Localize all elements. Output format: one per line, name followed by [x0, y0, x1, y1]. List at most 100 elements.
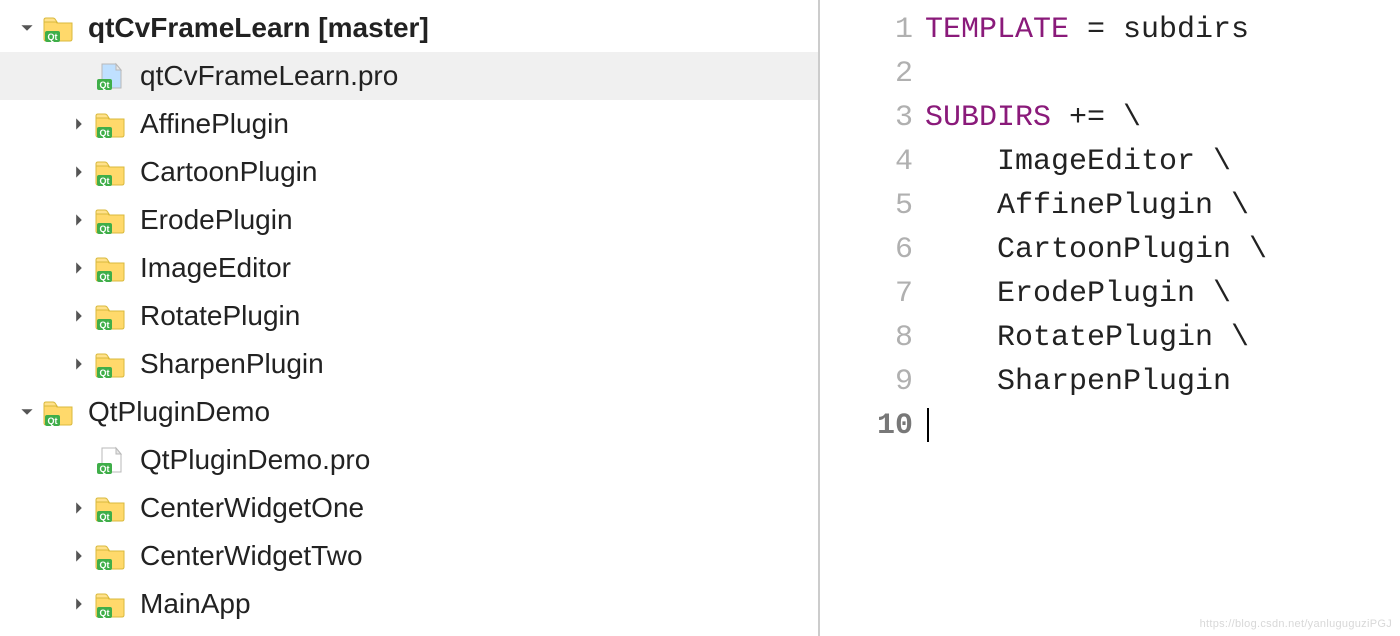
tree-row[interactable]: Qt CartoonPlugin [0, 148, 818, 196]
svg-text:Qt: Qt [48, 416, 58, 426]
tree-row[interactable]: Qt qtCvFrameLearn [master] [0, 4, 818, 52]
svg-text:Qt: Qt [100, 368, 110, 378]
tree-row[interactable]: Qt RotatePlugin [0, 292, 818, 340]
chevron-right-icon[interactable] [70, 163, 88, 181]
line-number: 2 [820, 52, 925, 96]
svg-text:Qt: Qt [100, 224, 110, 234]
line-number: 7 [820, 272, 925, 316]
code-line[interactable]: AffinePlugin \ [925, 184, 1400, 228]
chevron-down-icon[interactable] [18, 403, 36, 421]
folder-qt-icon: Qt [42, 398, 74, 426]
code-line[interactable] [925, 404, 1400, 448]
text-token: SharpenPlugin [925, 365, 1231, 399]
watermark-text: https://blog.csdn.net/yanluguguziPGJ [1200, 618, 1392, 630]
tree-item-label: CenterWidgetOne [140, 492, 364, 524]
keyword-token: SUBDIRS [925, 101, 1051, 135]
tree-row[interactable]: Qt AffinePlugin [0, 100, 818, 148]
folder-qt-icon: Qt [94, 110, 126, 138]
line-number: 9 [820, 360, 925, 404]
tree-row[interactable]: Qt CenterWidgetOne [0, 484, 818, 532]
app-root: Qt qtCvFrameLearn [master] Qt qtCvFrameL… [0, 0, 1400, 636]
folder-qt-icon: Qt [94, 302, 126, 330]
text-token: ImageEditor \ [925, 145, 1231, 179]
chevron-right-icon[interactable] [70, 307, 88, 325]
chevron-right-icon[interactable] [70, 499, 88, 517]
line-number: 4 [820, 140, 925, 184]
tree-item-label: qtCvFrameLearn.pro [140, 60, 398, 92]
chevron-right-icon[interactable] [70, 547, 88, 565]
line-number: 1 [820, 8, 925, 52]
tree-item-label: SharpenPlugin [140, 348, 324, 380]
svg-text:Qt: Qt [100, 320, 110, 330]
tree-row[interactable]: Qt QtPluginDemo [0, 388, 818, 436]
text-token: ErodePlugin \ [925, 277, 1231, 311]
chevron-right-icon[interactable] [70, 595, 88, 613]
line-number: 8 [820, 316, 925, 360]
line-number: 5 [820, 184, 925, 228]
code-line[interactable]: SUBDIRS += \ [925, 96, 1400, 140]
tree-item-label: ErodePlugin [140, 204, 293, 236]
code-line[interactable]: SharpenPlugin [925, 360, 1400, 404]
text-token: AffinePlugin \ [925, 189, 1249, 223]
folder-qt-icon: Qt [94, 254, 126, 282]
svg-text:Qt: Qt [100, 512, 110, 522]
code-line[interactable]: CartoonPlugin \ [925, 228, 1400, 272]
svg-text:Qt: Qt [100, 608, 110, 618]
line-number-gutter: 12345678910 [820, 0, 925, 636]
text-token: RotatePlugin \ [925, 321, 1249, 355]
svg-text:Qt: Qt [100, 128, 110, 138]
svg-text:Qt: Qt [100, 464, 110, 474]
code-line[interactable] [925, 52, 1400, 96]
tree-item-label: qtCvFrameLearn [master] [88, 12, 429, 44]
tree-row[interactable]: Qt ImageEditor [0, 244, 818, 292]
code-line[interactable]: RotatePlugin \ [925, 316, 1400, 360]
tree-row[interactable]: Qt CenterWidgetTwo [0, 532, 818, 580]
arrow-placeholder [70, 67, 88, 85]
arrow-placeholder [70, 451, 88, 469]
code-area[interactable]: TEMPLATE = subdirs SUBDIRS += \ ImageEdit… [925, 0, 1400, 636]
text-token: += \ [1051, 101, 1141, 135]
chevron-right-icon[interactable] [70, 355, 88, 373]
line-number: 3 [820, 96, 925, 140]
folder-qt-icon: Qt [94, 158, 126, 186]
chevron-right-icon[interactable] [70, 259, 88, 277]
tree-row[interactable]: Qt SharpenPlugin [0, 340, 818, 388]
chevron-right-icon[interactable] [70, 211, 88, 229]
tree-item-label: QtPluginDemo.pro [140, 444, 370, 476]
file-qt-icon: Qt [94, 62, 126, 90]
code-line[interactable]: ErodePlugin \ [925, 272, 1400, 316]
tree-item-label: AffinePlugin [140, 108, 289, 140]
tree-item-label: MainApp [140, 588, 251, 620]
file-qt-icon: Qt [94, 446, 126, 474]
svg-text:Qt: Qt [48, 32, 58, 42]
folder-qt-icon: Qt [94, 542, 126, 570]
folder-qt-icon: Qt [94, 590, 126, 618]
svg-text:Qt: Qt [100, 272, 110, 282]
tree-item-label: ImageEditor [140, 252, 291, 284]
svg-text:Qt: Qt [100, 80, 110, 90]
tree-item-label: CartoonPlugin [140, 156, 317, 188]
keyword-token: TEMPLATE [925, 13, 1069, 47]
folder-qt-icon: Qt [42, 14, 74, 42]
chevron-down-icon[interactable] [18, 19, 36, 37]
folder-qt-icon: Qt [94, 206, 126, 234]
tree-row[interactable]: Qt MainApp [0, 580, 818, 628]
text-token: = subdirs [1069, 13, 1249, 47]
code-line[interactable]: ImageEditor \ [925, 140, 1400, 184]
project-tree[interactable]: Qt qtCvFrameLearn [master] Qt qtCvFrameL… [0, 0, 820, 636]
line-number: 6 [820, 228, 925, 272]
tree-row[interactable]: Qt QtPluginDemo.pro [0, 436, 818, 484]
text-cursor [927, 408, 929, 442]
folder-qt-icon: Qt [94, 350, 126, 378]
tree-item-label: CenterWidgetTwo [140, 540, 363, 572]
text-token: CartoonPlugin \ [925, 233, 1267, 267]
tree-item-label: QtPluginDemo [88, 396, 270, 428]
tree-item-label: RotatePlugin [140, 300, 300, 332]
tree-row[interactable]: Qt ErodePlugin [0, 196, 818, 244]
code-editor[interactable]: 12345678910 TEMPLATE = subdirs SUBDIRS +=… [820, 0, 1400, 636]
chevron-right-icon[interactable] [70, 115, 88, 133]
tree-row[interactable]: Qt qtCvFrameLearn.pro [0, 52, 818, 100]
folder-qt-icon: Qt [94, 494, 126, 522]
code-line[interactable]: TEMPLATE = subdirs [925, 8, 1400, 52]
line-number: 10 [820, 404, 925, 448]
